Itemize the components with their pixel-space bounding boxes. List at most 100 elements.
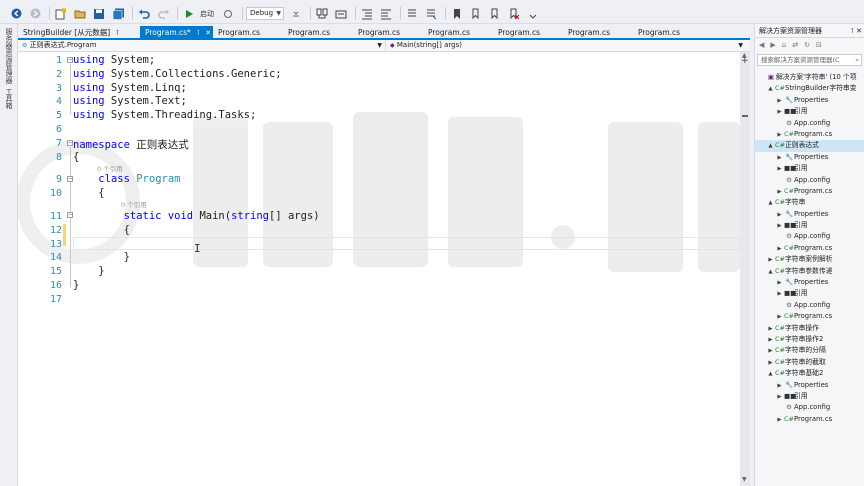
solution-search-input[interactable]: 搜索解决方案资源管理器(C ⌕ [757, 54, 862, 66]
tree-item[interactable]: ▣ 解决方案'字符串' (10 个项 [755, 72, 864, 83]
code-line[interactable]: } [73, 279, 79, 291]
codelens-method-references[interactable]: 0 个引用 [121, 199, 147, 209]
type-selector[interactable]: ⚙ 正则表达式.Program ▼ [18, 40, 386, 51]
tree-item[interactable]: ▶ C#字符串操作 [755, 323, 864, 334]
save-all-icon[interactable] [110, 6, 126, 22]
code-line[interactable]: using System.Linq; [73, 82, 187, 94]
code-line[interactable]: { [73, 151, 79, 163]
expand-arrow-icon[interactable]: ▶ [775, 164, 784, 174]
start-button-label[interactable]: 启动 [200, 9, 214, 19]
back-icon[interactable] [8, 6, 24, 22]
expand-arrow-icon[interactable]: ▶ [766, 358, 775, 368]
tree-item[interactable]: ▶ 🔧Properties [755, 380, 864, 391]
tree-item[interactable]: ▶ C#Program.cs [755, 414, 864, 425]
outdent-icon[interactable] [359, 6, 375, 22]
undo-icon[interactable] [136, 6, 152, 22]
code-editor[interactable]: − − − − 1 2 3 4 5 6 7 8 9 10 11 12 13 14 15 16 17 using … [18, 52, 740, 486]
close-icon[interactable]: ✕ [205, 29, 211, 37]
tree-item[interactable]: ▲ C#字符串 [755, 197, 864, 208]
expand-arrow-icon[interactable]: ▶ [775, 415, 784, 425]
collapse-arrow-icon[interactable]: ▲ [766, 141, 775, 151]
tree-item[interactable]: ▶ ■■引用 [755, 220, 864, 231]
code-line[interactable]: static void Main(string[] args) [73, 210, 320, 222]
redo-icon[interactable] [155, 6, 171, 22]
tree-item[interactable]: ▶ C#字符串的截取 [755, 357, 864, 368]
tree-item[interactable]: ▶ ■■引用 [755, 288, 864, 299]
open-file-icon[interactable] [72, 6, 88, 22]
sync-icon[interactable]: ⇄ [792, 41, 798, 49]
tree-item[interactable]: ▲ C#字符串基础2 [755, 368, 864, 379]
server-explorer-tab[interactable]: 服务器资源管理器 [4, 28, 14, 84]
expand-arrow-icon[interactable]: ▶ [775, 130, 784, 140]
code-line[interactable]: { [73, 187, 104, 199]
expand-arrow-icon[interactable]: ▶ [775, 289, 784, 299]
expand-arrow-icon[interactable]: ▶ [775, 153, 784, 163]
tree-item[interactable]: ▶ C#字符串案例解析 [755, 254, 864, 265]
tree-item[interactable]: ▶ C#Program.cs [755, 186, 864, 197]
expand-arrow-icon[interactable]: ▶ [766, 324, 775, 334]
expand-arrow-icon[interactable]: ▶ [766, 335, 775, 345]
uncomment-icon[interactable] [423, 6, 439, 22]
back-icon[interactable]: ◀ [759, 41, 764, 49]
tree-item[interactable]: ▲ C#StringBuilder字符串变 [755, 83, 864, 94]
tree-item[interactable]: ⚙ App.config [755, 402, 864, 413]
refresh-icon[interactable]: ↻ [804, 41, 810, 49]
tree-item[interactable]: ⚙ App.config [755, 231, 864, 242]
collapse-arrow-icon[interactable]: ▲ [766, 84, 775, 94]
expand-arrow-icon[interactable]: ▶ [775, 221, 784, 231]
codelens-class-references[interactable]: 0 个引用 [97, 163, 123, 173]
collapse-arrow-icon[interactable]: ▲ [766, 267, 775, 277]
tree-item[interactable]: ⚙ App.config [755, 175, 864, 186]
tree-item[interactable]: ▶ 🔧Properties [755, 209, 864, 220]
expand-arrow-icon[interactable]: ▶ [775, 244, 784, 254]
tree-item[interactable]: ▲ C#字符串参数传递 [755, 266, 864, 277]
tree-item[interactable]: ▶ 🔧Properties [755, 277, 864, 288]
pin-icon[interactable]: ⊺ [196, 29, 200, 37]
expand-arrow-icon[interactable]: ▶ [775, 392, 784, 402]
member-selector[interactable]: ◆ Main(string[] args) ▼ [386, 40, 746, 51]
code-line[interactable]: using System; [73, 54, 155, 66]
save-icon[interactable] [91, 6, 107, 22]
tree-item[interactable]: ▶ C#字符串操作2 [755, 334, 864, 345]
find-icon[interactable] [314, 6, 330, 22]
prev-bookmark-icon[interactable] [468, 6, 484, 22]
next-bookmark-icon[interactable] [487, 6, 503, 22]
home-icon[interactable]: ⌂ [782, 41, 786, 49]
collapse-arrow-icon[interactable]: ▲ [766, 198, 775, 208]
code-line[interactable]: } [73, 251, 130, 263]
tree-item[interactable]: ▶ C#Program.cs [755, 311, 864, 322]
toolbar-options-icon[interactable] [525, 6, 541, 22]
expand-arrow-icon[interactable]: ▶ [775, 312, 784, 322]
tree-item[interactable]: ⚙ App.config [755, 118, 864, 129]
close-icon[interactable]: ✕ [856, 24, 862, 38]
tree-item[interactable]: ▶ ■■引用 [755, 391, 864, 402]
expand-arrow-icon[interactable]: ▶ [766, 255, 775, 265]
forward-icon[interactable]: ▶ [770, 41, 775, 49]
clear-bookmarks-icon[interactable] [506, 6, 522, 22]
indent-icon[interactable] [378, 6, 394, 22]
tree-item[interactable]: ▶ C#Program.cs [755, 129, 864, 140]
tree-item[interactable]: ▶ C#Program.cs [755, 243, 864, 254]
new-project-icon[interactable] [53, 6, 69, 22]
expand-arrow-icon[interactable]: ▶ [775, 210, 784, 220]
pin-icon[interactable]: ⊺ [850, 24, 854, 38]
code-line[interactable]: namespace 正则表达式 [73, 137, 189, 152]
expand-arrow-icon[interactable]: ▶ [775, 187, 784, 197]
comment-icon[interactable] [404, 6, 420, 22]
target-dropdown-icon[interactable] [220, 6, 236, 22]
expand-arrow-icon[interactable]: ▶ [775, 381, 784, 391]
tree-item[interactable]: ▶ ■■引用 [755, 106, 864, 117]
expand-arrow-icon[interactable]: ▶ [766, 346, 775, 356]
code-line[interactable]: using System.Text; [73, 95, 187, 107]
split-icon[interactable]: + [741, 56, 749, 66]
pin-icon[interactable]: ⊺ [116, 29, 120, 37]
forward-icon[interactable] [27, 6, 43, 22]
tree-item[interactable]: ▶ ■■引用 [755, 163, 864, 174]
expand-arrow-icon[interactable]: ▶ [775, 107, 784, 117]
solution-config-select[interactable]: Debug ▼ [246, 7, 284, 20]
code-line[interactable]: { [73, 224, 130, 236]
code-line[interactable]: } [73, 265, 104, 277]
start-play-icon[interactable] [181, 6, 197, 22]
collapse-all-icon[interactable]: ⊟ [816, 41, 822, 49]
tree-item[interactable]: ▶ 🔧Properties [755, 95, 864, 106]
